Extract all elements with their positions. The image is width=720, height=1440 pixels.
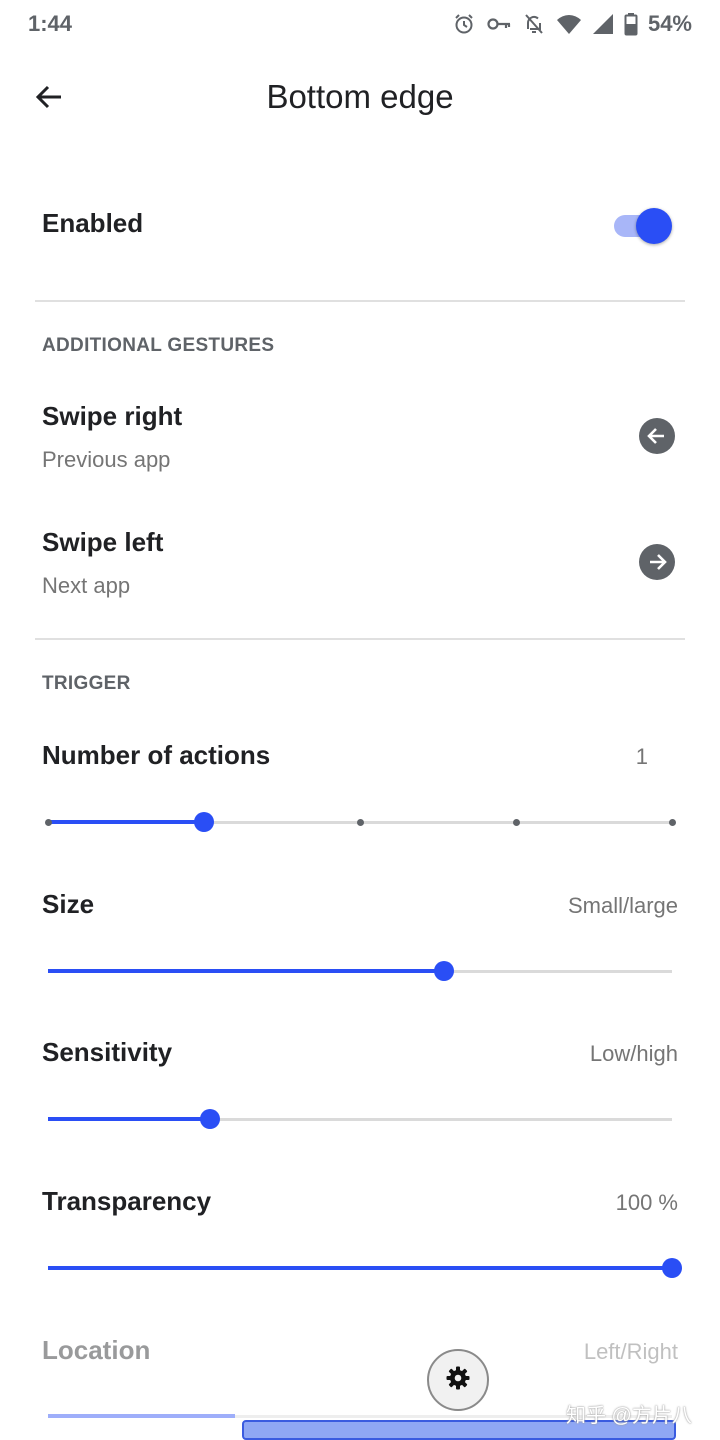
size-label: Size	[42, 889, 95, 919]
sensitivity-slider[interactable]	[48, 1104, 672, 1134]
swipe-left-title: Swipe left	[42, 527, 164, 557]
divider	[35, 300, 685, 302]
slider-thumb[interactable]	[662, 1258, 682, 1278]
location-label: Location	[42, 1335, 151, 1365]
arrow-right-circle-icon[interactable]	[639, 544, 675, 580]
number-of-actions-slider[interactable]	[44, 807, 676, 837]
arrow-left-circle-icon[interactable]	[639, 418, 675, 454]
divider	[35, 638, 685, 640]
slider-fill	[48, 1117, 211, 1121]
toggle-thumb	[636, 208, 672, 244]
enabled-label: Enabled	[42, 208, 144, 238]
battery-percent: 54%	[647, 11, 692, 36]
slider-tick	[44, 819, 52, 826]
section-header-trigger: TRIGGER	[42, 673, 131, 694]
size-value: Small/large	[567, 893, 678, 918]
slider-fill	[48, 969, 445, 973]
slider-fill	[48, 1266, 672, 1270]
wifi-icon	[556, 12, 582, 36]
watermark: 知乎 @方片八	[566, 1405, 692, 1427]
size-slider[interactable]	[48, 956, 672, 986]
location-value: Left/Right	[583, 1339, 678, 1364]
gear-icon	[445, 1365, 471, 1396]
status-icons: 54%	[452, 10, 692, 38]
enabled-toggle[interactable]	[612, 206, 674, 244]
battery-icon	[624, 12, 638, 36]
cell-signal-icon	[592, 12, 614, 36]
alarm-icon	[452, 12, 476, 36]
slider-fill	[48, 820, 204, 824]
slider-tick	[512, 819, 520, 826]
slider-tick	[356, 819, 364, 826]
number-of-actions-value: 1	[635, 744, 648, 769]
status-bar: 1:44 54%	[0, 0, 720, 48]
swipe-right-title: Swipe right	[42, 401, 183, 431]
transparency-value: 100 %	[615, 1190, 678, 1215]
slider-thumb[interactable]	[200, 1109, 221, 1129]
slider-tick	[668, 819, 676, 826]
status-time: 1:44	[28, 11, 73, 36]
slider-thumb[interactable]	[194, 812, 214, 832]
swipe-right-subtitle: Previous app	[42, 447, 171, 472]
sensitivity-label: Sensitivity	[42, 1037, 173, 1067]
slider-fill	[48, 1414, 236, 1418]
settings-floating-button[interactable]	[427, 1349, 489, 1411]
slider-thumb[interactable]	[434, 961, 455, 981]
vpn-key-icon	[486, 12, 512, 36]
page-title: Bottom edge	[266, 78, 454, 115]
transparency-label: Transparency	[42, 1186, 212, 1216]
transparency-slider[interactable]	[48, 1253, 682, 1283]
sensitivity-value: Low/high	[589, 1041, 678, 1066]
notifications-off-icon	[522, 12, 546, 36]
swipe-left-subtitle: Next app	[42, 573, 131, 598]
section-header-additional-gestures: ADDITIONAL GESTURES	[42, 335, 275, 356]
number-of-actions-label: Number of actions	[42, 740, 271, 770]
